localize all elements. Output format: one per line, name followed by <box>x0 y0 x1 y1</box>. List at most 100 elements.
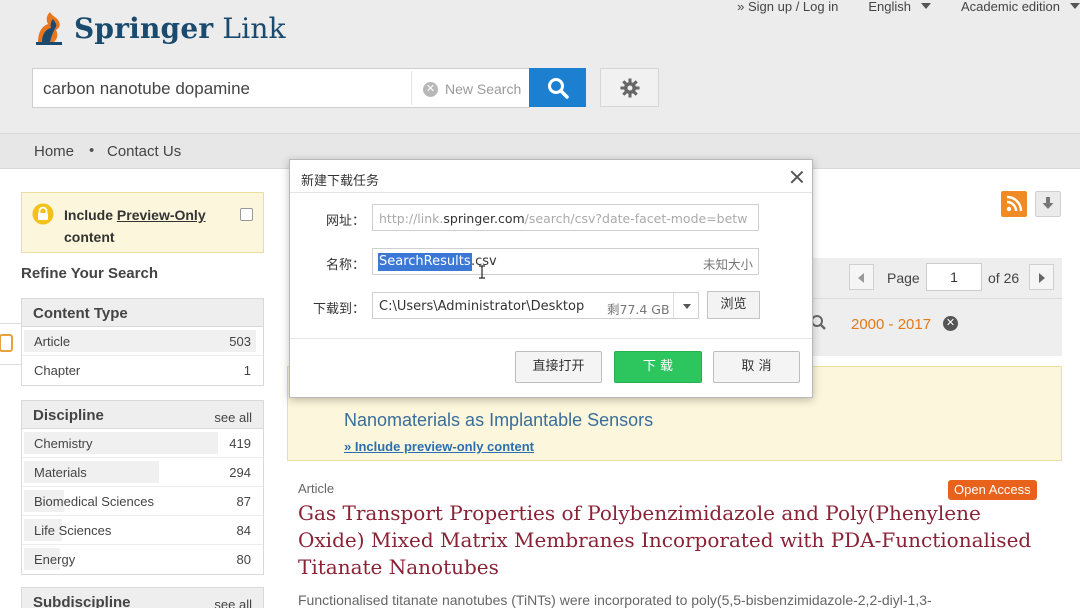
search-button[interactable] <box>529 68 586 107</box>
download-button[interactable]: 下 载 <box>614 351 702 383</box>
search-input[interactable] <box>43 77 403 101</box>
url-label: 网址： <box>325 214 365 229</box>
facet-header: Subdiscipline see all <box>22 588 263 608</box>
refine-heading: Refine Your Search <box>21 265 158 282</box>
facet-header: Content Type <box>22 299 263 327</box>
new-search-label: New Search <box>445 81 522 97</box>
facet-count: 80 <box>236 552 251 567</box>
facet-count: 1 <box>243 363 251 378</box>
facet-discipline: Discipline see all Chemistry 419 Materia… <box>21 400 264 575</box>
springer-horse-icon <box>36 12 62 45</box>
facet-item-materials[interactable]: Materials 294 <box>22 458 263 487</box>
save-path-value: C:\Users\Administrator\Desktop <box>379 299 585 314</box>
advanced-search-button[interactable] <box>600 68 659 107</box>
lock-icon <box>32 203 54 225</box>
facet-label: Chemistry <box>34 436 93 451</box>
cancel-button[interactable]: 取 消 <box>713 351 800 383</box>
page-number-input[interactable]: 1 <box>926 263 982 291</box>
edition-selector[interactable]: Academic edition <box>961 0 1080 14</box>
facet-item-chapter[interactable]: Chapter 1 <box>22 356 263 385</box>
download-csv-button[interactable] <box>1035 191 1061 217</box>
result-title-link[interactable]: Gas Transport Properties of Polybenzimid… <box>298 500 1038 581</box>
chevron-down-icon <box>1070 3 1080 9</box>
page-total: of 26 <box>988 270 1020 286</box>
prev-page-button[interactable] <box>849 264 874 290</box>
see-all-link[interactable]: see all <box>214 597 252 608</box>
springer-logo[interactable]: Springer Link <box>32 6 286 50</box>
facet-label: Chapter <box>34 363 81 378</box>
url-value: http://link.springer.com/search/csv?date… <box>379 211 748 226</box>
facet-item-life-sciences[interactable]: Life Sciences 84 <box>22 516 263 545</box>
facet-item-energy[interactable]: Energy 80 <box>22 545 263 574</box>
facet-count: 419 <box>229 436 251 451</box>
chevron-down-icon <box>921 3 931 9</box>
include-preview-link[interactable]: » Include preview-only content <box>344 439 534 454</box>
language-label: English <box>868 0 911 14</box>
page-label: Page <box>887 270 920 286</box>
date-range-value: 2000 - 2017 <box>851 316 932 333</box>
close-icon[interactable] <box>788 168 806 186</box>
rss-icon <box>1006 195 1023 212</box>
facet-label: Article <box>34 334 71 349</box>
search-box: ✕ New Search <box>32 68 530 108</box>
save-to-label: 下载到： <box>312 302 365 317</box>
preview-only-label: Include Preview-Only content <box>64 207 206 245</box>
chevron-down-icon[interactable] <box>673 293 700 318</box>
facet-item-biomedical-sciences[interactable]: Biomedical Sciences 87 <box>22 487 263 516</box>
facet-label: Materials <box>34 465 87 480</box>
facet-title: Discipline <box>33 407 104 424</box>
name-label: 名称： <box>325 258 365 273</box>
top-links: » Sign up / Log in English Academic edit… <box>707 0 1080 16</box>
search-icon <box>547 77 569 99</box>
facet-label: Life Sciences <box>34 523 112 538</box>
next-page-button[interactable] <box>1029 264 1054 290</box>
sign-in-link[interactable]: » Sign up / Log in <box>737 0 838 14</box>
filename-field[interactable]: SearchResults .csv 未知大小 <box>372 248 759 275</box>
new-search-button[interactable]: ✕ New Search <box>423 81 521 97</box>
facet-item-article[interactable]: Article 503 <box>22 327 263 356</box>
save-path-select[interactable]: C:\Users\Administrator\Desktop 剩77.4 GB <box>372 292 699 319</box>
logo-text: Springer Link <box>74 11 286 45</box>
facet-count: 503 <box>229 334 251 349</box>
nav-separator: • <box>89 142 95 159</box>
download-icon <box>1042 197 1054 209</box>
dialog-title: 新建下载任务 <box>301 174 380 189</box>
gear-icon <box>620 78 639 97</box>
language-selector[interactable]: English <box>868 0 931 14</box>
url-field[interactable]: http://link.springer.com/search/csv?date… <box>372 204 759 231</box>
facet-count: 84 <box>236 523 251 538</box>
divider <box>290 338 812 339</box>
nav-home-link[interactable]: Home <box>34 143 74 160</box>
rss-button[interactable] <box>1001 191 1027 217</box>
preview-only-filter: Include Preview-Only content <box>21 192 264 253</box>
filename-selected-text: SearchResults <box>378 253 472 271</box>
open-directly-button[interactable]: 直接打开 <box>515 351 602 383</box>
facet-label: Energy <box>34 552 76 567</box>
notice-title[interactable]: Nanomaterials as Implantable Sensors <box>344 410 653 431</box>
browse-button[interactable]: 浏览 <box>707 291 760 319</box>
feedback-icon <box>0 334 13 352</box>
nav-contact-link[interactable]: Contact Us <box>107 143 181 160</box>
text-cursor-icon <box>479 265 485 279</box>
see-all-link[interactable]: see all <box>214 410 252 425</box>
date-filter-bar: 2000 - 2017 ✕ <box>811 298 1062 356</box>
facet-title: Content Type <box>33 305 128 322</box>
facet-item-chemistry[interactable]: Chemistry 419 <box>22 429 263 458</box>
facet-title: Subdiscipline <box>33 594 131 608</box>
facet-header: Discipline see all <box>22 401 263 429</box>
preview-only-checkbox[interactable] <box>240 208 253 221</box>
facet-label: Biomedical Sciences <box>34 494 154 509</box>
free-space: 剩77.4 GB <box>607 302 670 317</box>
facet-count: 294 <box>229 465 251 480</box>
result-snippet: Functionalised titanate nanotubes (TiNTs… <box>298 592 932 608</box>
facet-content-type: Content Type Article 503 Chapter 1 <box>21 298 264 386</box>
header: Springer Link » Sign up / Log in English… <box>0 0 1080 133</box>
edition-label: Academic edition <box>961 0 1060 14</box>
result-content-type: Article <box>298 481 335 496</box>
remove-filter-icon[interactable]: ✕ <box>943 316 958 331</box>
file-size: 未知大小 <box>702 257 753 272</box>
search-divider <box>411 71 412 105</box>
pagination: Page 1 of 26 <box>812 258 1062 298</box>
facet-subdiscipline: Subdiscipline see all <box>21 587 264 608</box>
clear-icon: ✕ <box>423 81 438 97</box>
